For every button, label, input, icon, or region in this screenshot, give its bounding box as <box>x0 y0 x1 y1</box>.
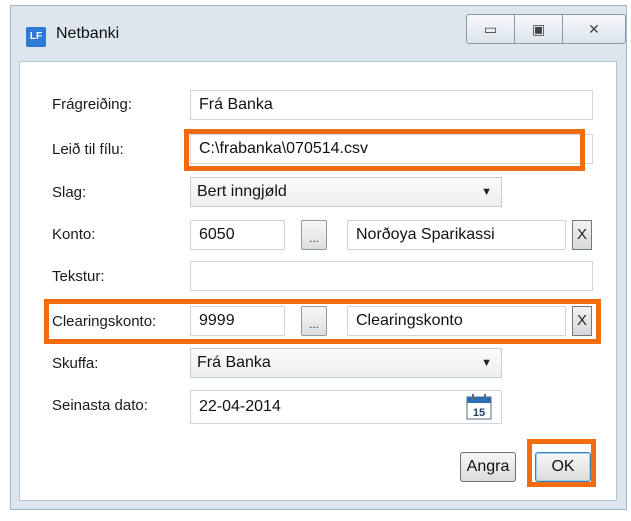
tekstur-label: Tekstur: <box>52 268 105 285</box>
window-title: Netbanki <box>56 25 120 42</box>
minimize-icon: ▭ <box>483 20 498 37</box>
title-bar: LF Netbanki ▭ ▣ ✕ <box>11 6 626 62</box>
fragreiding-input[interactable]: Frá Banka <box>190 90 593 120</box>
minimize-button[interactable]: ▭ <box>467 15 515 43</box>
konto-browse-button[interactable]: ... <box>301 220 327 250</box>
clearingskonto-label: Clearingskonto: <box>52 313 157 330</box>
clearingskonto-input[interactable]: 9999 <box>190 306 285 336</box>
skuffa-label: Skuffa: <box>52 355 99 372</box>
konto-clear-button[interactable]: X <box>572 220 592 250</box>
konto-name-input[interactable]: Norðoya Sparikassi <box>347 220 566 250</box>
slag-label: Slag: <box>52 184 87 201</box>
seinasta-dato-label: Seinasta dato: <box>52 397 148 414</box>
konto-input[interactable]: 6050 <box>190 220 285 250</box>
slag-dropdown[interactable]: Bert inngjøld ▼ <box>190 177 502 207</box>
tekstur-input[interactable] <box>190 261 593 291</box>
close-icon: ✕ <box>588 20 600 37</box>
close-button[interactable]: ✕ <box>563 15 625 43</box>
file-path-label: Leið til fílu: <box>52 141 124 158</box>
chevron-down-icon: ▼ <box>481 357 492 369</box>
skuffa-value: Frá Banka <box>197 354 271 371</box>
app-logo-icon: LF <box>26 27 46 47</box>
chevron-down-icon: ▼ <box>481 186 492 198</box>
date-input[interactable]: 22-04-2014 <box>190 390 502 424</box>
fragreiding-label: Frágreiðing: <box>52 96 133 113</box>
clearingskonto-clear-button[interactable]: X <box>572 306 592 336</box>
ok-button[interactable]: OK <box>535 452 591 482</box>
file-path-input[interactable]: C:\frabanka\070514.csv <box>190 134 593 164</box>
konto-label: Konto: <box>52 226 96 243</box>
cancel-button[interactable]: Angra <box>460 452 516 482</box>
calendar-day: 15 <box>473 407 485 419</box>
calendar-icon: 15 <box>466 394 492 420</box>
clearingskonto-browse-button[interactable]: ... <box>301 306 327 336</box>
calendar-button[interactable]: 15 <box>466 394 492 420</box>
skuffa-dropdown[interactable]: Frá Banka ▼ <box>190 348 502 378</box>
maximize-button[interactable]: ▣ <box>515 15 563 43</box>
maximize-icon: ▣ <box>531 20 546 37</box>
window-controls: ▭ ▣ ✕ <box>466 14 626 44</box>
slag-value: Bert inngjøld <box>197 183 287 200</box>
clearingskonto-name-input[interactable]: Clearingskonto <box>347 306 566 336</box>
